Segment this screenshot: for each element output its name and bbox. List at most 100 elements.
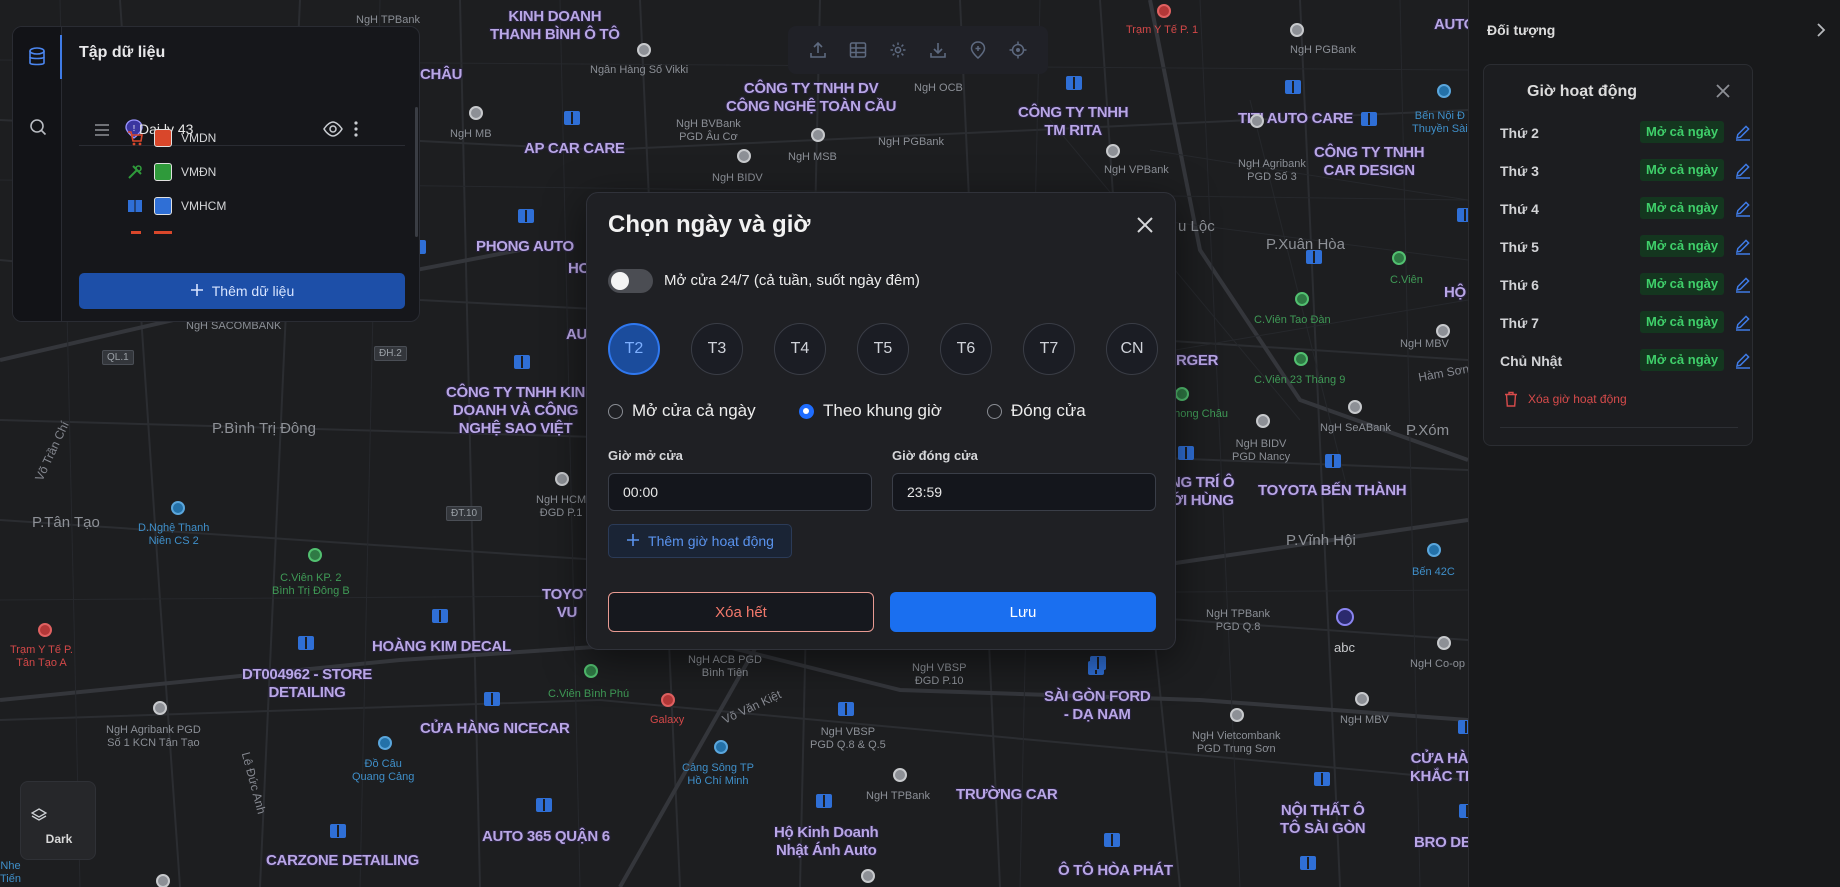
map-marker-vmhcm[interactable] [1361, 112, 1377, 126]
edit-icon[interactable] [1734, 161, 1752, 179]
more-vertical-icon[interactable] [353, 121, 359, 142]
download-icon[interactable] [924, 36, 952, 64]
map-marker-vmhcm[interactable] [536, 798, 552, 812]
upload-icon[interactable] [804, 36, 832, 64]
map-marker-vmhcm[interactable] [1306, 250, 1322, 264]
map-marker-vmhcm[interactable] [1459, 804, 1468, 818]
chevron-right-icon[interactable] [1811, 20, 1831, 40]
map-marker-vmhcm[interactable] [330, 824, 346, 838]
map-marker-vmhcm[interactable] [838, 702, 854, 716]
map-pin-school[interactable] [171, 501, 185, 515]
map-pin-bank[interactable] [156, 874, 170, 887]
save-button[interactable]: Lưu [890, 592, 1156, 632]
dataset-scrollbar[interactable] [415, 107, 418, 237]
day-button-cn[interactable]: CN [1106, 323, 1158, 375]
map-marker-vmhcm[interactable] [1458, 720, 1468, 734]
map-pin-bank[interactable] [469, 106, 483, 120]
map-pin-bank[interactable] [1230, 708, 1244, 722]
drag-handle-icon[interactable] [95, 123, 109, 141]
map-pin-bank[interactable] [861, 869, 875, 883]
map-marker-vmhcm[interactable] [564, 111, 580, 125]
open-24-7-toggle[interactable] [608, 269, 653, 293]
day-button-t3[interactable]: T3 [691, 323, 743, 375]
close-time-input[interactable]: 23:59 [892, 473, 1156, 511]
map-pin-park[interactable] [1295, 292, 1309, 306]
map-pin-shop[interactable] [378, 736, 392, 750]
map-pin-port[interactable] [1427, 543, 1441, 557]
map-pin-bank[interactable] [1250, 114, 1264, 128]
map-pin-bank[interactable] [893, 768, 907, 782]
map-marker-vmhcm[interactable] [298, 636, 314, 650]
map-pin-port[interactable] [1437, 84, 1451, 98]
opening-hours-card: Giờ hoạt động Thứ 2 Mở cả ngày Thứ 3 Mở … [1483, 64, 1753, 446]
map-marker-vmhcm[interactable] [518, 209, 534, 223]
edit-icon[interactable] [1734, 199, 1752, 217]
map-pin-park[interactable] [584, 664, 598, 678]
add-data-button[interactable]: Thêm dữ liệu [79, 273, 405, 309]
day-button-t5[interactable]: T5 [857, 323, 909, 375]
day-button-t4[interactable]: T4 [774, 323, 826, 375]
map-pin-bank[interactable] [1437, 636, 1451, 650]
table-icon[interactable] [844, 36, 872, 64]
hours-row-thu-7: Thứ 7 Mở cả ngày [1500, 311, 1750, 335]
gear-icon[interactable] [884, 36, 912, 64]
close-icon[interactable] [1713, 81, 1733, 101]
close-icon[interactable] [1133, 213, 1157, 237]
map-pin-bank[interactable] [1436, 324, 1450, 338]
map-pin-bank[interactable] [1106, 144, 1120, 158]
map-marker-vmhcm[interactable] [1104, 833, 1120, 847]
map-pin-medical[interactable] [1157, 4, 1171, 18]
map-poi-bvbank: NgH BVBank PGD Âu Cơ [676, 118, 741, 143]
map-pin-park[interactable] [1392, 251, 1406, 265]
map-marker-vmhcm[interactable] [1314, 772, 1330, 786]
radio-dot [608, 404, 623, 419]
edit-icon[interactable] [1734, 123, 1752, 141]
clear-all-button[interactable]: Xóa hết [608, 592, 874, 632]
map-marker-vmhcm[interactable] [1285, 80, 1301, 94]
edit-icon[interactable] [1734, 351, 1752, 369]
map-marker-vmhcm[interactable] [1090, 656, 1106, 670]
legend-label: VMHCM [181, 199, 227, 213]
edit-icon[interactable] [1734, 275, 1752, 293]
map-pin-bank[interactable] [1355, 692, 1369, 706]
eye-icon[interactable] [323, 121, 343, 142]
database-icon[interactable] [13, 35, 62, 79]
map-marker-vmhcm[interactable] [1066, 76, 1082, 90]
map-pin-bank[interactable] [637, 43, 651, 57]
map-pin-abc[interactable] [1336, 608, 1354, 626]
day-button-t6[interactable]: T6 [940, 323, 992, 375]
map-marker-vmhcm[interactable] [1300, 856, 1316, 870]
edit-icon[interactable] [1734, 313, 1752, 331]
map-marker-vmhcm[interactable] [1325, 454, 1341, 468]
day-button-t7[interactable]: T7 [1023, 323, 1075, 375]
map-marker-vmhcm[interactable] [432, 609, 448, 623]
map-pin-bank[interactable] [153, 701, 167, 715]
map-pin-medical[interactable] [38, 623, 52, 637]
basemap-switch-button[interactable]: Dark [20, 781, 96, 860]
map-pin-bank[interactable] [555, 472, 569, 486]
map-pin-bank[interactable] [1348, 400, 1362, 414]
add-hours-button[interactable]: Thêm giờ hoạt động [608, 524, 792, 558]
map-pin-bank[interactable] [1290, 23, 1304, 37]
add-pin-icon[interactable] [964, 36, 992, 64]
edit-icon[interactable] [1734, 237, 1752, 255]
map-marker-vmhcm[interactable] [1457, 208, 1468, 222]
status-badge: Mở cả ngày [1640, 349, 1725, 371]
map-pin-bank[interactable] [1256, 414, 1270, 428]
map-area-tan-tao: P.Tân Tạo [32, 514, 100, 531]
map-pin-park[interactable] [1175, 387, 1189, 401]
open-time-input[interactable]: 00:00 [608, 473, 872, 511]
map-pin-park[interactable] [1294, 352, 1308, 366]
map-pin-cinema[interactable] [661, 693, 675, 707]
map-marker-vmhcm[interactable] [484, 692, 500, 706]
map-pin-park[interactable] [308, 548, 322, 562]
map-marker-vmhcm[interactable] [514, 355, 530, 369]
map-pin-bank[interactable] [811, 128, 825, 142]
map-pin-port[interactable] [714, 740, 728, 754]
map-marker-vmhcm[interactable] [1178, 446, 1194, 460]
day-button-t2[interactable]: T2 [608, 323, 660, 375]
map-pin-bank[interactable] [737, 149, 751, 163]
map-marker-vmhcm[interactable] [816, 794, 832, 808]
locate-icon[interactable] [1004, 36, 1032, 64]
search-icon[interactable] [13, 105, 62, 149]
